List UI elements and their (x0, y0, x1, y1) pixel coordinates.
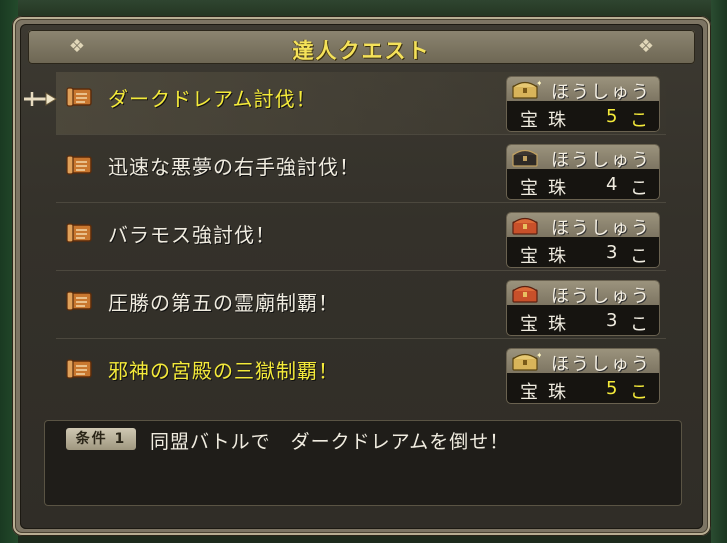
reward-count: 3 (606, 242, 618, 263)
red-chest-icon (512, 285, 538, 303)
quest-name: バラモス強討伐！ (108, 223, 276, 247)
reward-unit: こ (630, 314, 648, 335)
scroll-icon (66, 359, 92, 379)
reward-label: ほうしゅう (551, 286, 651, 307)
quest-name: 邪神の宮殿の三獄制覇！ (108, 359, 339, 383)
red-chest-icon (512, 217, 538, 235)
svg-text:✦: ✦ (536, 79, 541, 88)
scroll-icon (66, 87, 92, 107)
quest-row[interactable]: 迅速な悪夢の右手強討伐！ ほうしゅう 宝珠 4 こ (56, 140, 666, 203)
reward-label: ほうしゅう (551, 82, 651, 103)
scroll-icon (66, 291, 92, 311)
gold-chest-icon: ✦ (512, 79, 541, 99)
reward-label: ほうしゅう (551, 150, 651, 171)
reward-count: 3 (606, 310, 618, 331)
condition-badge: 条件 1 (66, 428, 136, 450)
quest-row[interactable]: ダークドレアム討伐！ ✦ ほうしゅう 宝珠 5 こ (56, 72, 666, 135)
reward-header: ほうしゅう (507, 281, 659, 307)
reward-item: 宝珠 (520, 382, 576, 403)
reward-count: 5 (606, 106, 618, 127)
reward-item: 宝珠 (520, 178, 576, 199)
scroll-icon (66, 155, 92, 175)
quest-row[interactable]: 邪神の宮殿の三獄制覇！ ✦ ほうしゅう 宝珠 5 こ (56, 344, 666, 406)
quest-row[interactable]: バラモス強討伐！ ほうしゅう 宝珠 3 こ (56, 208, 666, 271)
reward-count: 4 (606, 174, 618, 195)
reward-header: ほうしゅう (507, 213, 659, 239)
quest-name: ダークドレアム討伐！ (108, 87, 317, 111)
reward-count: 5 (606, 378, 618, 399)
condition-panel: 条件 1 同盟バトルで ダークドレアムを倒せ！ (44, 420, 682, 506)
reward-unit: こ (630, 382, 648, 403)
reward-box: ✦ ほうしゅう 宝珠 5 こ (506, 76, 660, 132)
reward-label: ほうしゅう (551, 354, 651, 375)
quest-row[interactable]: 圧勝の第五の霊廟制覇！ ほうしゅう 宝珠 3 こ (56, 276, 666, 339)
condition-text: 同盟バトルで ダークドレアムを倒せ！ (150, 431, 510, 453)
scroll-icon (66, 223, 92, 243)
reward-header: ほうしゅう (507, 145, 659, 171)
reward-box: ほうしゅう 宝珠 3 こ (506, 280, 660, 336)
title-bar: ❖ 達人クエスト ❖ (28, 30, 695, 64)
reward-item: 宝珠 (520, 110, 576, 131)
quest-name: 迅速な悪夢の右手強討伐！ (108, 155, 360, 179)
reward-header: ✦ ほうしゅう (507, 77, 659, 103)
quest-name: 圧勝の第五の霊廟制覇！ (108, 291, 339, 315)
selection-cursor-icon (24, 92, 57, 106)
reward-unit: こ (630, 110, 648, 131)
window-title: 達人クエスト (292, 39, 431, 63)
svg-text:✦: ✦ (536, 351, 541, 360)
reward-box: ほうしゅう 宝珠 3 こ (506, 212, 660, 268)
reward-box: ✦ ほうしゅう 宝珠 5 こ (506, 348, 660, 404)
background-right (711, 0, 727, 543)
reward-header: ✦ ほうしゅう (507, 349, 659, 375)
reward-unit: こ (630, 246, 648, 267)
reward-unit: こ (630, 178, 648, 199)
reward-item: 宝珠 (520, 314, 576, 335)
quest-list: ダークドレアム討伐！ ✦ ほうしゅう 宝珠 5 こ 迅速な悪夢の右手強討伐！ ほ… (56, 72, 666, 412)
reward-label: ほうしゅう (551, 218, 651, 239)
ornament-right-icon: ❖ (637, 36, 655, 57)
black-chest-icon (512, 149, 538, 167)
reward-box: ほうしゅう 宝珠 4 こ (506, 144, 660, 200)
reward-item: 宝珠 (520, 246, 576, 267)
gold-chest-icon: ✦ (512, 351, 541, 371)
